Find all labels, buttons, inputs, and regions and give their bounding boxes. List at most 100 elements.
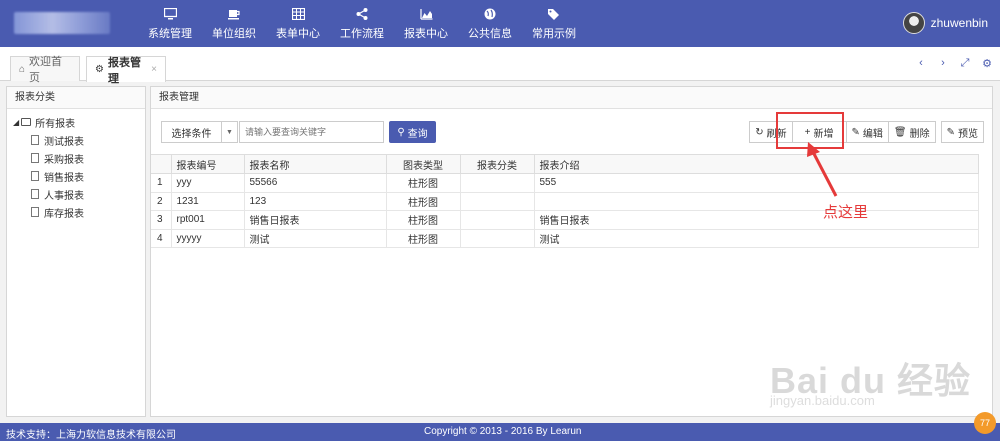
row-number: 3 bbox=[151, 210, 172, 230]
tab-tools: ‹ › ⤢ ⚙ bbox=[916, 57, 992, 70]
nav-label: 单位组织 bbox=[212, 27, 256, 40]
tab-label: 欢迎首页 bbox=[29, 56, 63, 84]
nav-report-center[interactable]: 报表中心 bbox=[394, 0, 458, 47]
nav-common-examples[interactable]: 常用示例 bbox=[522, 0, 586, 47]
cell-intro: 销售日报表 bbox=[534, 210, 979, 230]
nav-public-info[interactable]: 公共信息 bbox=[458, 0, 522, 47]
search-input[interactable] bbox=[239, 121, 384, 143]
avatar[interactable] bbox=[902, 12, 925, 34]
column-header[interactable]: 图表类型 bbox=[386, 154, 461, 174]
nav-system-management[interactable]: 系统管理 bbox=[138, 0, 202, 47]
main-nav: 系统管理 单位组织 表单中心 工作流程 报表中心 公共信息 常用示例 bbox=[138, 0, 586, 47]
home-icon: ⌂ bbox=[19, 63, 26, 75]
tree-item-label: 所有报表 bbox=[35, 118, 76, 130]
delete-label: 删除 bbox=[909, 128, 930, 140]
tree-item-label: 测试报表 bbox=[44, 136, 84, 148]
column-header[interactable]: 报表名称 bbox=[244, 154, 387, 174]
cogs-icon: ⚙ bbox=[95, 64, 104, 75]
folder-open-icon bbox=[21, 118, 32, 126]
nav-form-center[interactable]: 表单中心 bbox=[266, 0, 330, 47]
search-button[interactable]: ⚲ 查询 bbox=[389, 121, 436, 143]
category-tree: ◢ 所有报表 测试报表 采购报表 销售报表 人事报表 库存报表 bbox=[7, 109, 145, 221]
file-icon bbox=[31, 135, 39, 145]
tree-item-inventory-report[interactable]: 库存报表 bbox=[7, 203, 145, 221]
tab-bar: ⌂ 欢迎首页 ⚙ 报表管理 × ‹ › ⤢ ⚙ bbox=[0, 47, 1000, 85]
table-row[interactable]: 1 yyy 55566 柱形图 555 bbox=[151, 173, 979, 193]
panel-title: 报表分类 bbox=[7, 87, 145, 109]
monitor-icon bbox=[163, 7, 177, 21]
tab-prev-icon[interactable]: ‹ bbox=[916, 57, 926, 70]
cell-category bbox=[460, 173, 535, 193]
coffee-icon bbox=[227, 7, 241, 21]
column-header[interactable]: 报表编号 bbox=[171, 154, 245, 174]
gear-icon[interactable]: ⚙ bbox=[982, 57, 992, 70]
delete-button[interactable]: 🗑 删除 bbox=[887, 121, 936, 143]
close-icon[interactable]: × bbox=[151, 64, 157, 75]
tech-support-text: 技术支持：上海力软信息技术有限公司 bbox=[6, 430, 176, 441]
copyright-text: Copyright © 2013 - 2016 By Learun bbox=[424, 426, 582, 437]
row-number: 1 bbox=[151, 173, 172, 193]
table-icon bbox=[291, 7, 305, 21]
nav-organization[interactable]: 单位组织 bbox=[202, 0, 266, 47]
username[interactable]: zhuwenbin bbox=[931, 16, 988, 30]
tab-welcome-home[interactable]: ⌂ 欢迎首页 bbox=[10, 56, 80, 84]
chat-badge-icon[interactable]: 77 bbox=[974, 412, 996, 434]
file-icon bbox=[31, 153, 39, 163]
column-header[interactable]: 报表分类 bbox=[460, 154, 535, 174]
condition-select[interactable]: 选择条件 ▼ bbox=[161, 121, 238, 143]
search-icon: ⚲ bbox=[397, 126, 405, 138]
tree-item-purchase-report[interactable]: 采购报表 bbox=[7, 149, 145, 167]
tree-item-label: 人事报表 bbox=[44, 190, 84, 202]
row-number-header bbox=[151, 154, 172, 174]
tree-item-test-report[interactable]: 测试报表 bbox=[7, 131, 145, 149]
condition-select-label: 选择条件 bbox=[171, 128, 212, 140]
baidu-watermark-url: jingyan.baidu.com bbox=[770, 393, 875, 408]
cell-code: rpt001 bbox=[171, 210, 245, 230]
cell-name: 销售日报表 bbox=[244, 210, 387, 230]
preview-button[interactable]: ✎ 预览 bbox=[940, 121, 984, 143]
panel-title: 报表管理 bbox=[151, 87, 992, 109]
file-icon bbox=[31, 171, 39, 181]
cell-code: yyy bbox=[171, 173, 245, 193]
tab-next-icon[interactable]: › bbox=[938, 57, 948, 70]
nav-workflow[interactable]: 工作流程 bbox=[330, 0, 394, 47]
cell-name: 测试 bbox=[244, 229, 387, 248]
caret-down-icon[interactable]: ◢ bbox=[13, 118, 19, 127]
annotation-arrow bbox=[807, 142, 838, 197]
cell-code: yyyyy bbox=[171, 229, 245, 248]
report-category-panel: 报表分类 ◢ 所有报表 测试报表 采购报表 销售报表 人事报表 库存报表 bbox=[6, 86, 146, 417]
cell-type: 柱形图 bbox=[386, 210, 461, 230]
logo bbox=[14, 12, 110, 34]
edit-button[interactable]: ✎ 编辑 bbox=[845, 121, 889, 143]
cell-category bbox=[460, 210, 535, 230]
nav-label: 系统管理 bbox=[148, 27, 192, 40]
file-icon bbox=[31, 189, 39, 199]
table-row[interactable]: 4 yyyyy 测试 柱形图 测试 bbox=[151, 229, 979, 248]
tree-item-label: 采购报表 bbox=[44, 154, 84, 166]
cell-name: 123 bbox=[244, 192, 387, 211]
top-navbar: 系统管理 单位组织 表单中心 工作流程 报表中心 公共信息 常用示例 zhuwe… bbox=[0, 0, 1000, 47]
nav-label: 常用示例 bbox=[532, 27, 576, 40]
preview-label: 预览 bbox=[958, 128, 978, 140]
tab-label: 报表管理 bbox=[107, 56, 141, 85]
tree-item-hr-report[interactable]: 人事报表 bbox=[7, 185, 145, 203]
tree-item-sales-report[interactable]: 销售报表 bbox=[7, 167, 145, 185]
edit-icon: ✎ bbox=[851, 126, 860, 138]
trash-icon: 🗑 bbox=[893, 126, 907, 138]
edit-icon: ✎ bbox=[946, 126, 955, 138]
cell-category bbox=[460, 229, 535, 248]
caret-down-icon[interactable]: ▼ bbox=[221, 122, 237, 142]
fullscreen-icon[interactable]: ⤢ bbox=[960, 57, 970, 70]
tree-item-label: 销售报表 bbox=[44, 172, 84, 184]
share-icon bbox=[355, 7, 369, 21]
tab-report-management[interactable]: ⚙ 报表管理 × bbox=[86, 56, 166, 85]
row-number: 2 bbox=[151, 192, 172, 211]
user-menu[interactable]: zhuwenbin bbox=[902, 12, 988, 34]
file-icon bbox=[31, 207, 39, 217]
cell-name: 55566 bbox=[244, 173, 387, 193]
column-header[interactable]: 报表介绍 bbox=[534, 154, 979, 174]
refresh-icon: ↻ bbox=[755, 126, 764, 138]
search-button-label: 查询 bbox=[407, 128, 428, 140]
cell-intro bbox=[534, 192, 979, 211]
tree-item-all-reports[interactable]: ◢ 所有报表 bbox=[7, 113, 145, 131]
